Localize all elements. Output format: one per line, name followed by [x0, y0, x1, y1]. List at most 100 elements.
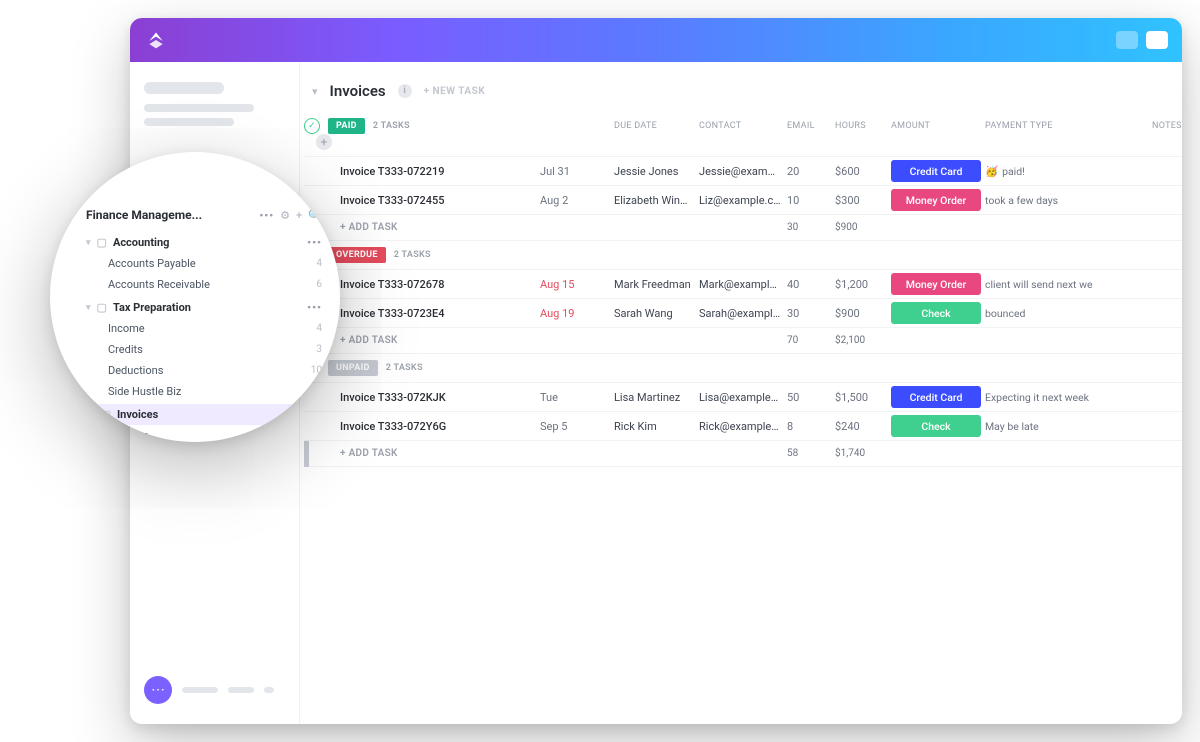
- hours-value[interactable]: 20: [787, 165, 835, 178]
- invoice-name[interactable]: Invoice T333-072Y6G: [340, 420, 540, 433]
- sidebar-list-item[interactable]: Accounts Payable4: [86, 253, 322, 274]
- sidebar-list-item[interactable]: Side Hustle Biz6: [86, 381, 322, 402]
- notes-value[interactable]: client will send next we: [985, 278, 1152, 291]
- sidebar-placeholder: [144, 82, 224, 94]
- contact-email[interactable]: Lisa@example.com: [699, 391, 787, 404]
- col-notes: NOTES: [1152, 121, 1182, 131]
- hours-value[interactable]: 30: [787, 307, 835, 320]
- sidebar-list-item[interactable]: Credits3: [86, 339, 322, 360]
- hours-value[interactable]: 50: [787, 391, 835, 404]
- sidebar-placeholder: [264, 687, 274, 693]
- more-icon[interactable]: •••: [259, 209, 274, 222]
- notes-value[interactable]: May be late: [985, 420, 1152, 433]
- table-row[interactable]: Invoice T333-072455 Aug 2 Elizabeth Winc…: [304, 186, 1182, 215]
- notes-value[interactable]: bounced: [985, 307, 1152, 320]
- notes-value[interactable]: 🥳paid!: [985, 165, 1152, 178]
- space-title[interactable]: Finance Manageme...: [86, 208, 202, 222]
- new-task-button[interactable]: + NEW TASK: [424, 86, 486, 97]
- payment-type-pill[interactable]: Money Order: [891, 273, 981, 295]
- table-row[interactable]: Invoice T333-072678 Aug 15 Mark Freedman…: [304, 270, 1182, 299]
- amount-value[interactable]: $900: [835, 307, 891, 320]
- group-header: PAID 2 TASKS DUE DATE CONTACT EMAIL HOUR…: [304, 112, 1182, 157]
- due-date[interactable]: Tue: [540, 391, 614, 404]
- table-row[interactable]: Invoice T333-072219 Jul 31 Jessie Jones …: [304, 157, 1182, 186]
- invoice-name[interactable]: Invoice T333-0723E4: [340, 307, 540, 320]
- sidebar-folder[interactable]: ▾▢Accounting •••: [86, 232, 322, 253]
- invoice-name[interactable]: Invoice T333-072455: [340, 194, 540, 207]
- due-date[interactable]: Sep 5: [540, 420, 614, 433]
- table-row[interactable]: Invoice T333-072Y6G Sep 5 Rick Kim Rick@…: [304, 412, 1182, 441]
- amount-value[interactable]: $1,200: [835, 278, 891, 291]
- notes-value[interactable]: Expecting it next week: [985, 391, 1152, 404]
- chat-icon[interactable]: ⋯: [144, 676, 172, 704]
- sidebar-list-item[interactable]: Deductions10: [86, 360, 322, 381]
- window-maximize-icon[interactable]: [1146, 31, 1168, 49]
- amount-value[interactable]: $1,500: [835, 391, 891, 404]
- sidebar-placeholder: [182, 687, 218, 693]
- subtotal-hours: 70: [787, 335, 835, 346]
- amount-value[interactable]: $240: [835, 420, 891, 433]
- item-count: 6: [316, 386, 322, 397]
- invoice-name[interactable]: Invoice T333-072219: [340, 165, 540, 178]
- add-task-button[interactable]: + ADD TASK: [340, 448, 540, 459]
- status-check-icon[interactable]: [304, 118, 320, 134]
- col-amount: AMOUNT: [891, 121, 985, 131]
- task-count: 2 TASKS: [373, 121, 410, 131]
- window-minimize-icon[interactable]: [1116, 31, 1138, 49]
- contact-email[interactable]: Rick@example.com: [699, 420, 787, 433]
- contact-name[interactable]: Jessie Jones: [614, 165, 699, 178]
- sidebar-list-item[interactable]: Income4: [86, 318, 322, 339]
- sidebar-list-item[interactable]: Accounts Receivable6: [86, 274, 322, 295]
- status-pill[interactable]: PAID: [328, 118, 365, 134]
- payment-type-pill[interactable]: Credit Card: [891, 160, 981, 182]
- amount-value[interactable]: $600: [835, 165, 891, 178]
- status-pill[interactable]: UNPAID: [328, 360, 378, 376]
- payment-type-pill[interactable]: Money Order: [891, 189, 981, 211]
- contact-name[interactable]: Mark Freedman: [614, 278, 699, 291]
- task-count: 2 TASKS: [394, 250, 431, 260]
- due-date[interactable]: Aug 19: [540, 307, 614, 320]
- add-column-icon[interactable]: +: [316, 134, 332, 150]
- gear-icon[interactable]: ⚙: [280, 209, 290, 222]
- payment-type-pill[interactable]: Check: [891, 302, 981, 324]
- invoice-name[interactable]: Invoice T333-072KJK: [340, 391, 540, 404]
- contact-email[interactable]: Liz@example.com: [699, 194, 787, 207]
- sidebar-folder[interactable]: ▾▢Tax Preparation •••: [86, 297, 322, 318]
- more-icon[interactable]: •••: [303, 408, 318, 421]
- col-hours: HOURS: [835, 121, 891, 131]
- item-count: 10: [311, 365, 322, 376]
- info-icon[interactable]: i: [398, 84, 412, 98]
- search-icon[interactable]: 🔍: [308, 209, 322, 222]
- contact-name[interactable]: Sarah Wang: [614, 307, 699, 320]
- more-icon[interactable]: •••: [307, 301, 322, 314]
- payment-type-pill[interactable]: Credit Card: [891, 386, 981, 408]
- hours-value[interactable]: 40: [787, 278, 835, 291]
- sidebar-folder[interactable]: ▾▢Invoices •••: [86, 404, 322, 425]
- add-task-button[interactable]: + ADD TASK: [340, 222, 540, 233]
- contact-name[interactable]: Rick Kim: [614, 420, 699, 433]
- table-row[interactable]: Invoice T333-072KJK Tue Lisa Martinez Li…: [304, 383, 1182, 412]
- plus-icon[interactable]: +: [296, 209, 302, 222]
- subtotal-hours: 30: [787, 222, 835, 233]
- collapse-icon[interactable]: ▾: [312, 85, 318, 98]
- contact-email[interactable]: Jessie@example.com: [699, 165, 787, 178]
- invoice-name[interactable]: Invoice T333-072678: [340, 278, 540, 291]
- contact-email[interactable]: Sarah@example.com: [699, 307, 787, 320]
- chevron-down-icon: ▾: [86, 238, 91, 248]
- payment-type-pill[interactable]: Check: [891, 415, 981, 437]
- hours-value[interactable]: 10: [787, 194, 835, 207]
- contact-name[interactable]: Elizabeth Wincheste: [614, 194, 699, 207]
- contact-name[interactable]: Lisa Martinez: [614, 391, 699, 404]
- due-date[interactable]: Jul 31: [540, 165, 614, 178]
- due-date[interactable]: Aug 15: [540, 278, 614, 291]
- notes-value[interactable]: took a few days: [985, 194, 1152, 207]
- table-row[interactable]: Invoice T333-0723E4 Aug 19 Sarah Wang Sa…: [304, 299, 1182, 328]
- status-pill[interactable]: OVERDUE: [328, 247, 386, 263]
- contact-email[interactable]: Mark@example.com: [699, 278, 787, 291]
- amount-value[interactable]: $300: [835, 194, 891, 207]
- hours-value[interactable]: 8: [787, 420, 835, 433]
- more-icon[interactable]: •••: [307, 236, 322, 249]
- add-task-button[interactable]: + ADD TASK: [340, 335, 540, 346]
- sidebar-list-item[interactable]: Invoices4: [86, 425, 322, 442]
- due-date[interactable]: Aug 2: [540, 194, 614, 207]
